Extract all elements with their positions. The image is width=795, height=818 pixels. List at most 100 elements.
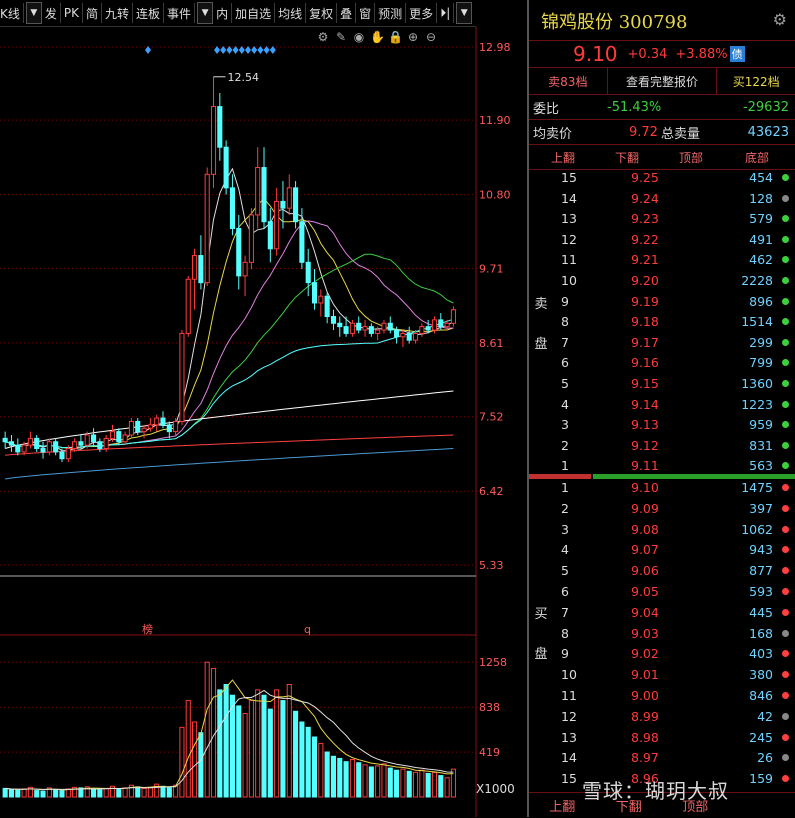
ratio-bar-sell (593, 474, 795, 479)
status-dot-icon (782, 235, 789, 243)
sell-row[interactable]: 2 9.12 831 (551, 435, 795, 456)
chart-toolbar: K线 ▼ 发 PK 简九转 连板 事件 ▼ 内加自选 均线 复权叠窗预测 更多 ⏵| ▼ (0, 0, 476, 27)
buy-row[interactable]: 12 8.99 42 (551, 706, 795, 727)
tab-buy-levels[interactable]: 买122档 (717, 68, 795, 94)
sell-row[interactable]: 10 9.20 2228 (551, 270, 795, 291)
sell-level: 6 (561, 355, 569, 371)
page-down-button[interactable]: 下翻 (615, 149, 639, 166)
sell-row[interactable]: 7 9.17 299 (551, 332, 795, 353)
buy-row[interactable]: 5 9.06 877 (551, 560, 795, 581)
gear-icon[interactable]: ⚙ (773, 10, 787, 29)
buy-row[interactable]: 14 8.97 26 (551, 747, 795, 768)
collapse-panel-icon[interactable]: ⏵| (437, 3, 455, 23)
buy-row[interactable]: 3 9.08 1062 (551, 519, 795, 540)
long-ma-line-0 (5, 390, 454, 449)
sell-row[interactable]: 8 9.18 1514 (551, 311, 795, 332)
candle-body (34, 437, 40, 450)
volume-bar (425, 772, 431, 798)
quote-tabs: 卖83档 查看完整报价 买122档 (529, 67, 795, 95)
buy-price: 9.09 (631, 500, 659, 516)
buy-level: 6 (561, 584, 569, 599)
sell-row[interactable]: 1 9.11 563 (551, 455, 795, 476)
top-button[interactable]: 顶部 (679, 149, 703, 166)
candle-body (356, 322, 362, 331)
candle-body (173, 420, 179, 433)
toolbar-item-14[interactable]: 更多 (406, 3, 438, 23)
buy-row[interactable]: 8 9.03 168 (551, 623, 795, 644)
buy-row[interactable]: 4 9.07 943 (551, 539, 795, 560)
toolbar-item-6[interactable]: 事件 (164, 3, 196, 23)
more-dropdown-icon[interactable]: ▼ (456, 2, 473, 24)
volume-bar (116, 788, 122, 798)
buy-volume: 245 (749, 729, 773, 745)
buy-level: 8 (561, 625, 569, 641)
candle-body (160, 417, 166, 426)
volume-bar (90, 789, 97, 798)
buy-row[interactable]: 9 9.02 403 (551, 643, 795, 664)
event-diamond-icon (220, 46, 227, 54)
buy-row[interactable]: 2 9.09 397 (551, 498, 795, 519)
sell-row[interactable]: 11 9.21 462 (551, 249, 795, 270)
buy-row[interactable]: 11 9.00 846 (551, 685, 795, 706)
sell-row[interactable]: 9 9.19 896 (551, 291, 795, 312)
toolbar-item-10[interactable]: 复权 (306, 3, 338, 23)
toolbar-item-13[interactable]: 预测 (375, 3, 407, 23)
quote-panel: 锦鸡股份 300798 ⚙ 9.10 +0.34 +3.88% 债 卖83档 查… (529, 0, 795, 817)
volume-bar (419, 769, 425, 798)
tab-sell-levels[interactable]: 卖83档 (529, 68, 608, 94)
buy-row[interactable]: 10 9.01 380 (551, 664, 795, 685)
toolbar-item-8[interactable]: 加自选 (232, 3, 276, 23)
volume-bar (8, 789, 15, 798)
toolbar-item-3[interactable]: 简 (83, 3, 103, 23)
event-diamond-icon (232, 46, 239, 54)
sell-row[interactable]: 5 9.15 1360 (551, 373, 795, 394)
bottom-button[interactable]: 底部 (745, 149, 769, 166)
toolbar-item-9[interactable]: 均线 (275, 3, 307, 23)
toolbar-item-5[interactable]: 连板 (133, 3, 165, 23)
price-tick-label: 7.52 (479, 411, 504, 424)
avg-sell-row: 均卖价 9.72 总卖量 43623 (529, 120, 795, 145)
page-up-button[interactable]: 上翻 (551, 149, 575, 166)
tab-full-quote[interactable]: 查看完整报价 (608, 68, 718, 94)
status-dot-icon (782, 194, 789, 202)
volume-bar (122, 787, 128, 798)
buy-row[interactable]: 7 9.04 445 (551, 602, 795, 623)
candle-body (59, 451, 65, 460)
toolbar-item-2[interactable]: PK (61, 3, 83, 23)
dropdown-arrow-icon[interactable]: ▼ (25, 2, 42, 24)
buy-row[interactable]: 6 9.05 593 (551, 581, 795, 602)
avg-sell-price: 9.72 (629, 124, 658, 140)
buy-price: 9.06 (631, 563, 659, 579)
candle-body (406, 332, 412, 341)
sell-row[interactable]: 13 9.23 579 (551, 208, 795, 229)
bond-badge[interactable]: 债 (729, 46, 745, 62)
sell-row[interactable]: 4 9.14 1223 (551, 394, 795, 415)
candle-body (166, 424, 172, 433)
avg-sell-label: 均卖价 (533, 126, 573, 142)
toolbar-item-12[interactable]: 窗 (356, 3, 376, 23)
buy-price: 9.10 (631, 480, 659, 495)
volume-bar (349, 759, 355, 798)
status-dot-icon (782, 277, 789, 284)
dropdown-arrow-icon[interactable]: ▼ (197, 2, 214, 24)
toolbar-item-0[interactable]: K线 (0, 3, 24, 23)
volume-bar (305, 726, 311, 798)
sell-row[interactable]: 3 9.13 959 (551, 414, 795, 435)
sell-price: 9.20 (631, 273, 659, 288)
candle-body (21, 444, 27, 453)
peak-price-label: 12.54 (228, 71, 260, 84)
toolbar-item-7[interactable]: 内 (213, 3, 233, 23)
sell-row[interactable]: 15 9.25 454 (551, 167, 795, 188)
buy-row[interactable]: 13 8.98 245 (551, 727, 795, 748)
kline-chart[interactable]: 12.98 11.90 10.80 9.71 8.61 7.52 6.42 5.33 榜 q 125… (0, 27, 527, 817)
toolbar-item-11[interactable]: 叠 (337, 3, 357, 23)
sell-row[interactable]: 14 9.24 128 (551, 188, 795, 209)
sell-row[interactable]: 6 9.16 799 (551, 352, 795, 373)
toolbar-item-4[interactable]: 九转 (102, 3, 134, 23)
buy-volume: 943 (749, 542, 773, 558)
status-dot-icon (782, 733, 789, 741)
buy-row[interactable]: 1 9.10 1475 (551, 477, 795, 498)
toolbar-item-1[interactable]: 发 (42, 3, 61, 23)
sell-row[interactable]: 12 9.22 491 (551, 229, 795, 250)
volume-bar (274, 689, 280, 798)
